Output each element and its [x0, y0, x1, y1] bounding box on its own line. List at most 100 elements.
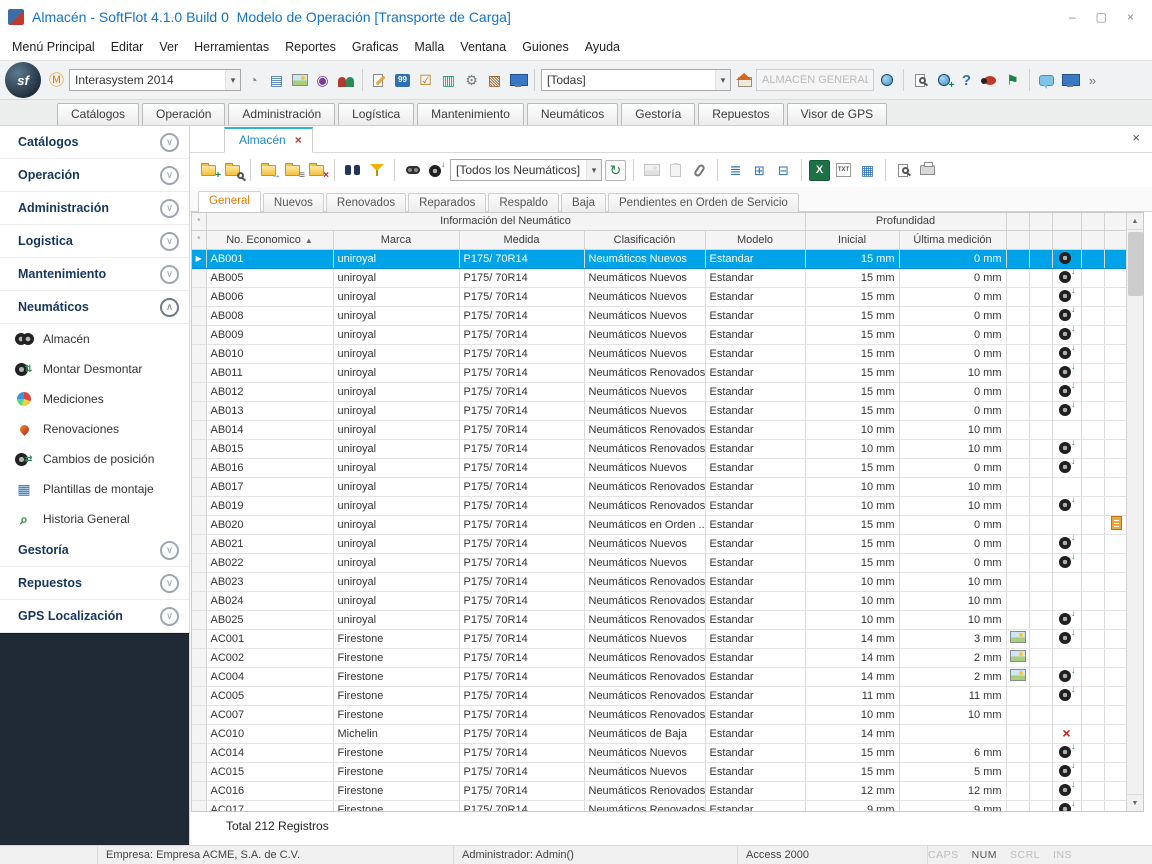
icon-cell[interactable]: [1029, 553, 1052, 572]
table-row[interactable]: AC002FirestoneP175/ 70R14Neumáticos Reno…: [192, 648, 1128, 667]
icon-cell[interactable]: [1029, 382, 1052, 401]
row-selector[interactable]: [192, 724, 206, 743]
cell-medida[interactable]: P175/ 70R14: [459, 496, 584, 515]
cell-inicial[interactable]: 15 mm: [805, 306, 899, 325]
cell-ultima-medicion[interactable]: 0 mm: [899, 515, 1006, 534]
cell-modelo[interactable]: Estandar: [705, 648, 805, 667]
cell-clasificacion[interactable]: Neumáticos de Baja: [584, 724, 705, 743]
doc-search-icon[interactable]: [910, 70, 931, 91]
cell-clasificacion[interactable]: Neumáticos Nuevos: [584, 344, 705, 363]
cell-ultima-medicion[interactable]: 9 mm: [899, 800, 1006, 812]
cell-no-economico[interactable]: AC014: [206, 743, 333, 762]
cell-clasificacion[interactable]: Neumáticos Nuevos: [584, 458, 705, 477]
icon-cell[interactable]: [1006, 249, 1029, 268]
col-header-medida[interactable]: Medida: [459, 230, 584, 249]
icon-cell[interactable]: [1052, 420, 1081, 439]
cell-ultima-medicion[interactable]: 5 mm: [899, 762, 1006, 781]
cell-inicial[interactable]: 10 mm: [805, 420, 899, 439]
cell-modelo[interactable]: Estandar: [705, 762, 805, 781]
icon-cell[interactable]: [1029, 648, 1052, 667]
icon-cell[interactable]: [1029, 686, 1052, 705]
icon-cell[interactable]: [1029, 705, 1052, 724]
table-row[interactable]: AB017uniroyalP175/ 70R14Neumáticos Renov…: [192, 477, 1128, 496]
tasks-icon[interactable]: ☑: [415, 70, 436, 91]
table-row[interactable]: AB024uniroyalP175/ 70R14Neumáticos Renov…: [192, 591, 1128, 610]
cell-modelo[interactable]: Estandar: [705, 458, 805, 477]
cell-ultima-medicion[interactable]: 12 mm: [899, 781, 1006, 800]
ribbon-tab-visor-de-gps[interactable]: Visor de GPS: [787, 103, 887, 125]
icon-cell[interactable]: [1029, 477, 1052, 496]
sidebar-item-almacen[interactable]: Almacén: [0, 324, 189, 354]
gear-icon[interactable]: ⚙: [461, 70, 482, 91]
cell-inicial[interactable]: 14 mm: [805, 648, 899, 667]
col-header-ultima-medicion[interactable]: Última medición: [899, 230, 1006, 249]
icon-cell[interactable]: [1104, 382, 1128, 401]
filter-icon[interactable]: [366, 160, 387, 181]
scroll-up-icon[interactable]: ▲: [1127, 213, 1143, 230]
table-row[interactable]: AC004FirestoneP175/ 70R14Neumáticos Reno…: [192, 667, 1128, 686]
cell-ultima-medicion[interactable]: 0 mm: [899, 458, 1006, 477]
cell-modelo[interactable]: Estandar: [705, 439, 805, 458]
icon-cell[interactable]: [1029, 534, 1052, 553]
cell-inicial[interactable]: 15 mm: [805, 534, 899, 553]
cell-inicial[interactable]: 15 mm: [805, 743, 899, 762]
icon-cell[interactable]: [1029, 268, 1052, 287]
icon-cell[interactable]: [1104, 534, 1128, 553]
row-selector[interactable]: [192, 382, 206, 401]
bug-icon[interactable]: [979, 70, 1000, 91]
disc-icon[interactable]: ◉: [312, 70, 333, 91]
icon-cell[interactable]: [1006, 268, 1029, 287]
cell-ultima-medicion[interactable]: 0 mm: [899, 306, 1006, 325]
menu-ventana[interactable]: Ventana: [452, 36, 514, 58]
cell-marca[interactable]: Firestone: [333, 686, 459, 705]
cell-marca[interactable]: uniroyal: [333, 306, 459, 325]
icon-cell[interactable]: [1104, 610, 1128, 629]
icon-cell[interactable]: [1006, 496, 1029, 515]
menu-guiones[interactable]: Guiones: [514, 36, 577, 58]
cell-no-economico[interactable]: AB008: [206, 306, 333, 325]
cell-ultima-medicion[interactable]: 10 mm: [899, 572, 1006, 591]
cell-inicial[interactable]: 14 mm: [805, 724, 899, 743]
menu-ayuda[interactable]: Ayuda: [577, 36, 628, 58]
cell-medida[interactable]: P175/ 70R14: [459, 705, 584, 724]
attach-icon[interactable]: [689, 160, 710, 181]
cell-modelo[interactable]: Estandar: [705, 306, 805, 325]
tree-expand-icon[interactable]: ⊞: [749, 160, 770, 181]
cell-no-economico[interactable]: AB015: [206, 439, 333, 458]
icon-cell[interactable]: [1029, 496, 1052, 515]
table-row[interactable]: AB006uniroyalP175/ 70R14Neumáticos Nuevo…: [192, 287, 1128, 306]
icon-cell[interactable]: [1081, 325, 1104, 344]
row-selector[interactable]: [192, 648, 206, 667]
cell-marca[interactable]: uniroyal: [333, 382, 459, 401]
cell-modelo[interactable]: Estandar: [705, 743, 805, 762]
subtab-renovados[interactable]: Renovados: [326, 193, 406, 212]
icon-cell[interactable]: [1006, 686, 1029, 705]
icon-cell[interactable]: [1081, 306, 1104, 325]
sidebar-section-logistica[interactable]: Logistica∨: [0, 225, 189, 258]
row-selector[interactable]: [192, 705, 206, 724]
cell-modelo[interactable]: Estandar: [705, 496, 805, 515]
close-button[interactable]: ×: [1127, 10, 1134, 24]
cell-marca[interactable]: uniroyal: [333, 553, 459, 572]
cell-inicial[interactable]: 14 mm: [805, 667, 899, 686]
cell-no-economico[interactable]: AB012: [206, 382, 333, 401]
sidebar-section-mantenimiento[interactable]: Mantenimiento∨: [0, 258, 189, 291]
subtab-pendientes-en-orden-de-servicio[interactable]: Pendientes en Orden de Servicio: [608, 193, 799, 212]
icon-cell[interactable]: [1052, 610, 1081, 629]
icon-cell[interactable]: [1052, 629, 1081, 648]
row-selector[interactable]: [192, 762, 206, 781]
cell-inicial[interactable]: 10 mm: [805, 591, 899, 610]
document-tab-almacen[interactable]: Almacén ×: [224, 127, 313, 153]
menu-reportes[interactable]: Reportes: [277, 36, 344, 58]
icon-cell[interactable]: [1104, 363, 1128, 382]
cell-no-economico[interactable]: AB001: [206, 249, 333, 268]
cell-no-economico[interactable]: AC017: [206, 800, 333, 812]
cell-modelo[interactable]: Estandar: [705, 686, 805, 705]
cell-medida[interactable]: P175/ 70R14: [459, 610, 584, 629]
cell-clasificacion[interactable]: Neumáticos Renovados: [584, 781, 705, 800]
row-selector[interactable]: [192, 325, 206, 344]
icon-cell[interactable]: [1081, 781, 1104, 800]
icon-cell[interactable]: [1081, 458, 1104, 477]
icon-cell[interactable]: [1104, 800, 1128, 812]
add-record-icon[interactable]: +: [198, 160, 219, 181]
